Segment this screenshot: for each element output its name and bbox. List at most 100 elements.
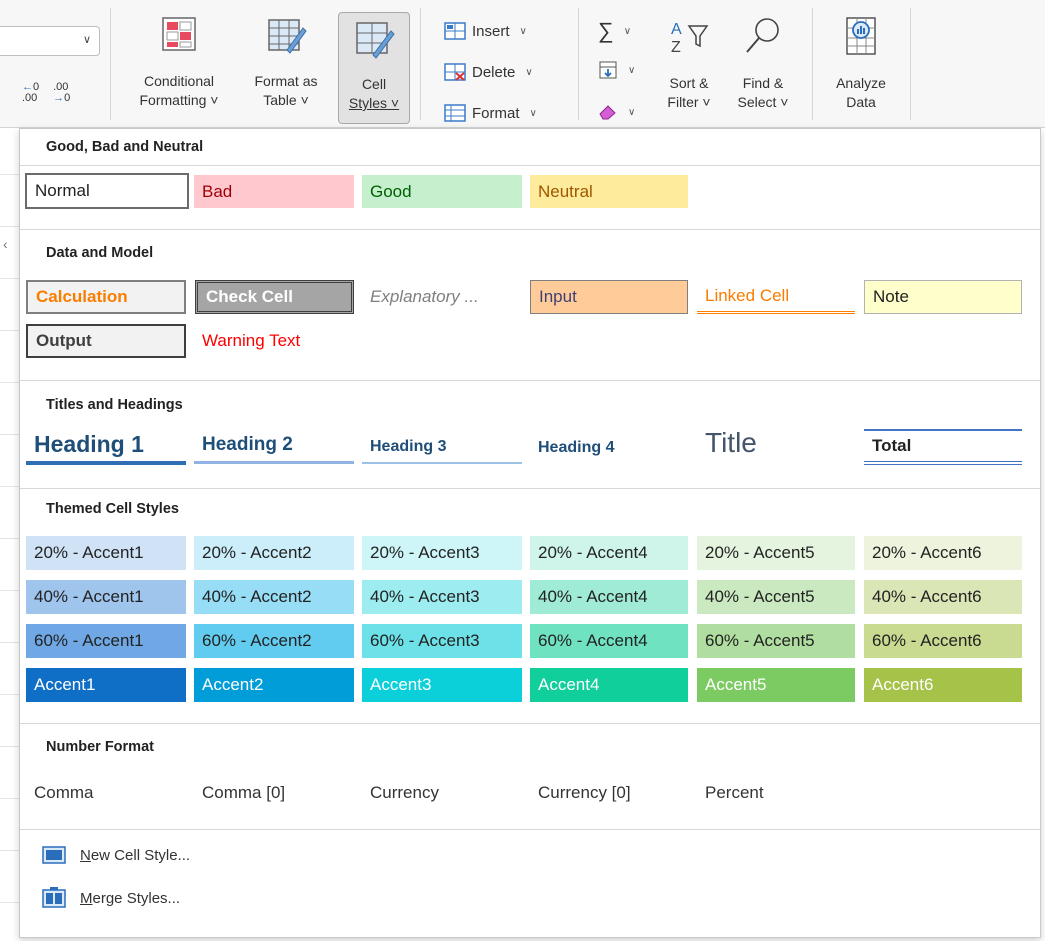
style-comma-0[interactable]: Comma [0] bbox=[202, 783, 285, 803]
style-linked-cell[interactable]: Linked Cell bbox=[697, 280, 855, 314]
chevron-down-icon: ∨ bbox=[628, 64, 636, 76]
magnifier-icon bbox=[746, 18, 779, 53]
style-input[interactable]: Input bbox=[530, 280, 688, 314]
sigma-icon: ∑ bbox=[598, 18, 614, 43]
style-currency-0[interactable]: Currency [0] bbox=[538, 783, 631, 803]
increase-decimal-icon[interactable]: .00 →0 bbox=[53, 82, 70, 104]
style-heading-1[interactable]: Heading 1 bbox=[26, 427, 186, 465]
cell-styles-button[interactable]: Cell Styles ˅ bbox=[338, 12, 410, 124]
style-accent2[interactable]: Accent2 bbox=[194, 668, 354, 702]
style-heading-2[interactable]: Heading 2 bbox=[194, 429, 354, 464]
style-percent[interactable]: Percent bbox=[705, 783, 764, 803]
style-calculation[interactable]: Calculation bbox=[26, 280, 186, 314]
cell-styles-label: Cell bbox=[361, 76, 387, 92]
style-output[interactable]: Output bbox=[26, 324, 186, 358]
style-60-accent6[interactable]: 60% - Accent6 bbox=[864, 624, 1022, 658]
style-total[interactable]: Total bbox=[864, 429, 1022, 465]
delete-button[interactable]: Delete ∨ bbox=[444, 63, 533, 81]
section-title-data-model: Data and Model bbox=[46, 245, 154, 261]
style-60-accent4[interactable]: 60% - Accent4 bbox=[530, 624, 688, 658]
style-heading-4[interactable]: Heading 4 bbox=[530, 431, 688, 464]
format-as-table-label-2: Table ˅ bbox=[263, 92, 309, 108]
analyze-data-icon bbox=[846, 17, 876, 55]
style-40-accent3[interactable]: 40% - Accent3 bbox=[362, 580, 522, 614]
sort-filter-label: Sort & bbox=[669, 75, 709, 91]
style-currency[interactable]: Currency bbox=[370, 783, 439, 803]
section-divider bbox=[20, 380, 1040, 381]
fill-button[interactable]: ∨ bbox=[598, 60, 635, 80]
style-accent3[interactable]: Accent3 bbox=[362, 668, 522, 702]
format-cells-icon bbox=[444, 104, 466, 122]
new-cell-style-accel: N bbox=[80, 846, 91, 864]
sort-filter-label-2: Filter ˅ bbox=[667, 94, 711, 110]
new-cell-style-menu-item[interactable]: New Cell Style... bbox=[42, 845, 190, 865]
merge-styles-accel: M bbox=[80, 889, 93, 907]
conditional-formatting-label-2: Formatting ˅ bbox=[139, 92, 219, 108]
style-title[interactable]: Title bbox=[697, 423, 855, 463]
find-select-button[interactable]: Find & Select ˅ bbox=[728, 14, 798, 112]
style-60-accent3[interactable]: 60% - Accent3 bbox=[362, 624, 522, 658]
style-40-accent2[interactable]: 40% - Accent2 bbox=[194, 580, 354, 614]
style-accent5[interactable]: Accent5 bbox=[697, 668, 855, 702]
style-40-accent5[interactable]: 40% - Accent5 bbox=[697, 580, 855, 614]
insert-button[interactable]: Insert ∨ bbox=[444, 22, 527, 40]
style-neutral[interactable]: Neutral bbox=[530, 175, 688, 208]
format-button[interactable]: Format ∨ bbox=[444, 104, 537, 122]
section-divider bbox=[20, 723, 1040, 724]
style-60-accent1[interactable]: 60% - Accent1 bbox=[26, 624, 186, 658]
style-40-accent1[interactable]: 40% - Accent1 bbox=[26, 580, 186, 614]
conditional-formatting-button[interactable]: Conditional Formatting ˅ bbox=[124, 14, 234, 110]
style-normal[interactable]: Normal bbox=[25, 173, 189, 209]
style-bad[interactable]: Bad bbox=[194, 175, 354, 208]
analyze-data-label-2: Data bbox=[846, 94, 876, 110]
style-60-accent2[interactable]: 60% - Accent2 bbox=[194, 624, 354, 658]
decimal-buttons: ←0.00 .00 →0 bbox=[22, 82, 70, 104]
style-accent1[interactable]: Accent1 bbox=[26, 668, 186, 702]
style-40-accent6[interactable]: 40% - Accent6 bbox=[864, 580, 1022, 614]
cell-styles-label-2: Styles ˅ bbox=[348, 95, 400, 111]
style-20-accent2[interactable]: 20% - Accent2 bbox=[194, 536, 354, 570]
new-cell-style-label: ew Cell Style... bbox=[90, 846, 191, 864]
style-20-accent6[interactable]: 20% - Accent6 bbox=[864, 536, 1022, 570]
style-20-accent3[interactable]: 20% - Accent3 bbox=[362, 536, 522, 570]
merge-styles-menu-item[interactable]: Merge Styles... bbox=[42, 887, 180, 909]
section-title-good-bad-neutral: Good, Bad and Neutral bbox=[46, 139, 204, 155]
style-accent4[interactable]: Accent4 bbox=[530, 668, 688, 702]
merge-styles-icon bbox=[42, 887, 66, 908]
style-heading-3[interactable]: Heading 3 bbox=[362, 431, 522, 464]
format-as-table-button[interactable]: Format as Table ˅ bbox=[244, 14, 328, 110]
style-good[interactable]: Good bbox=[362, 175, 522, 208]
chevron-down-icon: ∨ bbox=[82, 34, 91, 46]
section-title-number-format: Number Format bbox=[46, 739, 154, 755]
insert-label: Insert bbox=[472, 22, 510, 40]
chevron-down-icon: ∨ bbox=[628, 106, 636, 118]
analyze-data-button[interactable]: Analyze Data bbox=[826, 14, 896, 112]
autosum-button[interactable]: ∑ ∨ bbox=[598, 18, 631, 44]
sort-filter-button[interactable]: A Z Sort & Filter ˅ bbox=[656, 14, 722, 112]
collapse-arrow-icon: ‹ bbox=[3, 236, 8, 252]
section-divider bbox=[20, 829, 1040, 830]
style-60-accent5[interactable]: 60% - Accent5 bbox=[697, 624, 855, 658]
chevron-down-icon: ∨ bbox=[525, 66, 533, 78]
style-20-accent4[interactable]: 20% - Accent4 bbox=[530, 536, 688, 570]
style-check-cell[interactable]: Check Cell bbox=[195, 280, 354, 314]
chevron-down-icon: ∨ bbox=[519, 25, 527, 37]
decrease-decimal-icon[interactable]: ←0.00 bbox=[22, 82, 39, 104]
style-20-accent1[interactable]: 20% - Accent1 bbox=[26, 536, 186, 570]
number-format-dropdown[interactable]: ∨ bbox=[0, 26, 100, 56]
ribbon-separator bbox=[420, 8, 421, 120]
ribbon-separator bbox=[910, 8, 911, 120]
svg-text:A: A bbox=[671, 21, 682, 38]
format-label: Format bbox=[472, 104, 520, 122]
new-cell-style-icon bbox=[42, 846, 66, 864]
delete-cells-icon bbox=[444, 63, 466, 81]
style-warning-text[interactable]: Warning Text bbox=[194, 324, 354, 358]
style-note[interactable]: Note bbox=[864, 280, 1022, 314]
style-accent6[interactable]: Accent6 bbox=[864, 668, 1022, 702]
fill-down-icon bbox=[599, 61, 617, 79]
style-40-accent4[interactable]: 40% - Accent4 bbox=[530, 580, 688, 614]
style-explanatory[interactable]: Explanatory ... bbox=[362, 280, 522, 314]
style-comma[interactable]: Comma bbox=[34, 783, 94, 803]
clear-button[interactable]: ∨ bbox=[598, 104, 635, 120]
style-20-accent5[interactable]: 20% - Accent5 bbox=[697, 536, 855, 570]
